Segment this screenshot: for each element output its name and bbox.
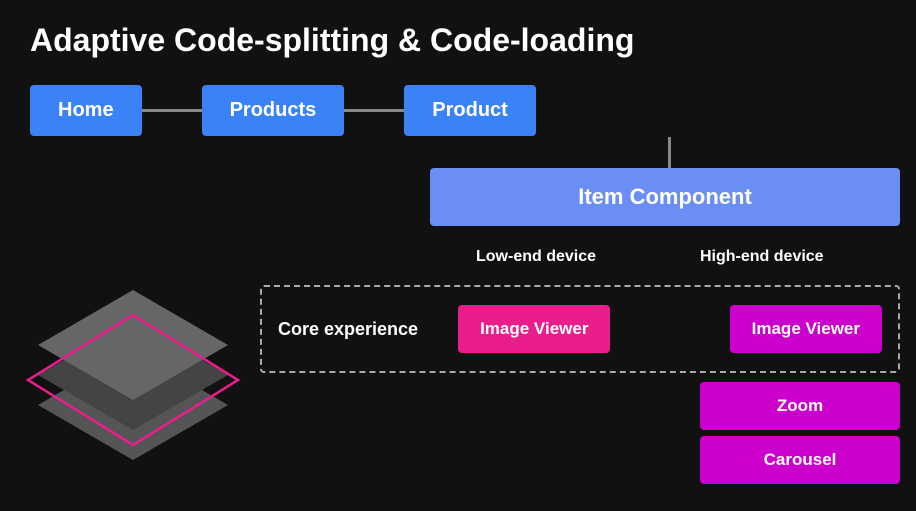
- logo-layers: [18, 290, 248, 490]
- connector-home-products: [142, 109, 202, 112]
- zoom-box: Zoom: [700, 382, 900, 430]
- page-title: Adaptive Code-splitting & Code-loading: [30, 22, 634, 59]
- low-end-device-label: Low-end device: [476, 248, 596, 266]
- vertical-connector-product: [668, 137, 671, 170]
- route-products: Products: [202, 85, 345, 136]
- core-experience-label: Core experience: [278, 319, 418, 340]
- route-product: Product: [404, 85, 536, 136]
- core-experience-container: Core experience Image Viewer Image Viewe…: [260, 285, 900, 373]
- image-viewer-high-end: Image Viewer: [730, 305, 882, 353]
- item-component-box: Item Component: [430, 168, 900, 226]
- route-home: Home: [30, 85, 142, 136]
- high-end-device-label: High-end device: [700, 248, 824, 266]
- route-row: Home Products Product: [30, 85, 536, 136]
- connector-products-product: [344, 109, 404, 112]
- image-viewer-low-end: Image Viewer: [458, 305, 610, 353]
- carousel-box: Carousel: [700, 436, 900, 484]
